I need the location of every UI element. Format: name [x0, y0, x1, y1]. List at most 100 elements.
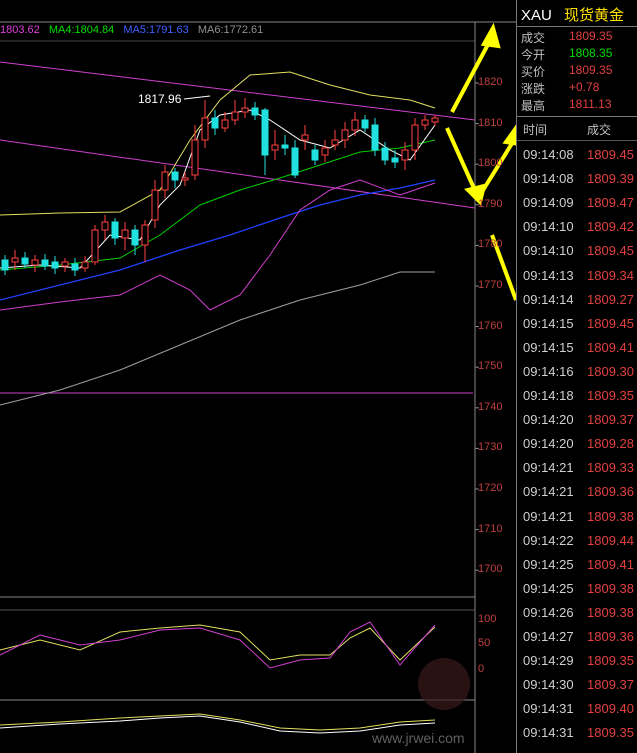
tick-time: 09:14:30 — [523, 677, 574, 693]
watermark-logo-icon — [418, 658, 470, 710]
tick-row[interactable]: 09:14:09 1809.47 — [519, 195, 637, 218]
ma-legend-1: MA4:1804.84 — [48, 24, 115, 36]
kdj-k — [0, 624, 436, 661]
tick-row[interactable]: 09:14:10 1809.42 — [519, 219, 637, 242]
candles — [1, 98, 439, 276]
y-axis-label: 1760 — [478, 319, 503, 332]
tick-price: 1809.45 — [587, 315, 634, 331]
candle — [311, 149, 319, 161]
candle — [291, 147, 299, 176]
candle — [281, 144, 289, 149]
tick-row[interactable]: 09:14:16 1809.30 — [519, 364, 637, 387]
y-axis-label: 1720 — [478, 482, 503, 494]
tick-time: 09:14:15 — [523, 315, 574, 331]
quote-row: 买价 1809.35 — [519, 63, 637, 80]
tick-row[interactable]: 09:14:13 1809.34 — [519, 268, 637, 291]
chart-area[interactable]: 1803.62 MA4:1804.84 MA5:1791.63 MA6:1772… — [0, 0, 516, 753]
tick-row[interactable]: 09:14:22 1809.44 — [519, 533, 637, 556]
tick-row[interactable]: 09:14:21 1809.36 — [519, 484, 637, 507]
osc-axis-label: 50 — [478, 637, 491, 649]
tick-row[interactable]: 09:14:20 1809.28 — [519, 436, 637, 459]
tick-row[interactable]: 09:14:30 1809.37 — [519, 677, 637, 700]
candlestick-chart[interactable] — [0, 0, 516, 753]
tick-price: 1809.37 — [587, 677, 634, 693]
ma1-line — [0, 109, 436, 269]
tick-row[interactable]: 09:14:27 1809.36 — [519, 629, 637, 652]
tick-time: 09:14:31 — [523, 701, 574, 717]
candle — [131, 229, 139, 246]
candle — [301, 134, 309, 141]
candle — [61, 261, 69, 267]
tick-price: 1809.33 — [587, 460, 634, 476]
ma-legend-0: 1803.62 — [0, 24, 40, 36]
tick-price: 1809.42 — [587, 219, 634, 235]
y-axis-label: 1710 — [478, 522, 503, 535]
candle — [411, 124, 419, 151]
instrument-name: 现货黄金 — [564, 7, 625, 24]
tick-row[interactable]: 09:14:15 1809.45 — [519, 316, 637, 339]
tick-row[interactable]: 09:14:25 1809.41 — [519, 557, 637, 580]
symbol: XAU — [521, 7, 552, 24]
macd-signal — [0, 715, 436, 734]
quote-value: +0.78 — [569, 80, 600, 94]
quote-key: 今开 — [521, 48, 546, 62]
tick-row[interactable]: 09:14:15 1809.41 — [519, 340, 637, 363]
candle — [191, 139, 199, 176]
tick-time: 09:14:15 — [523, 339, 574, 355]
tick-time: 09:14:26 — [523, 604, 574, 620]
tick-time: 09:14:20 — [523, 412, 574, 428]
candle — [231, 111, 239, 121]
tick-price: 1809.34 — [587, 267, 634, 283]
candle — [321, 147, 329, 156]
tick-time: 09:14:21 — [523, 508, 574, 524]
candle — [81, 261, 89, 269]
tick-time: 09:14:16 — [523, 363, 574, 379]
tick-row[interactable]: 09:14:21 1809.38 — [519, 509, 637, 532]
y-axis-label: 1750 — [478, 360, 503, 373]
tick-time: 09:14:21 — [523, 484, 574, 500]
watermark-text: www.jrwei.com — [372, 730, 465, 746]
tick-price: 1809.35 — [587, 653, 634, 669]
quote-value: 1808.35 — [569, 46, 613, 60]
divider — [517, 116, 637, 117]
tick-time: 09:14:13 — [523, 267, 574, 283]
candle — [351, 119, 359, 131]
tick-row[interactable]: 09:14:08 1809.45 — [519, 147, 637, 170]
tick-price: 1809.47 — [587, 195, 634, 211]
y-axis-label: 1730 — [478, 441, 503, 454]
candle — [171, 171, 179, 181]
tick-row[interactable]: 09:14:21 1809.33 — [519, 460, 637, 483]
tick-row[interactable]: 09:14:31 1809.35 — [519, 725, 637, 748]
candle — [341, 129, 349, 141]
tick-time: 09:14:09 — [523, 195, 574, 211]
tick-row[interactable]: 09:14:08 1809.39 — [519, 171, 637, 194]
ticks-header-time: 时间 — [523, 123, 548, 137]
tick-time: 09:14:10 — [523, 219, 574, 235]
tick-row[interactable]: 09:14:18 1809.35 — [519, 388, 637, 411]
candle — [331, 139, 339, 146]
tick-price: 1809.44 — [587, 532, 634, 548]
tick-row[interactable]: 09:14:10 1809.45 — [519, 243, 637, 266]
ma-legend: 1803.62 MA4:1804.84 MA5:1791.63 MA6:1772… — [0, 24, 269, 36]
tick-price: 1809.38 — [587, 604, 634, 620]
osc-axis-label: 100 — [478, 613, 497, 625]
tick-price: 1809.45 — [587, 243, 634, 259]
tick-row[interactable]: 09:14:29 1809.35 — [519, 653, 637, 676]
tick-row[interactable]: 09:14:14 1809.27 — [519, 292, 637, 315]
candle — [1, 259, 9, 271]
quote-value: 1811.13 — [569, 97, 612, 111]
tick-row[interactable]: 09:14:20 1809.37 — [519, 412, 637, 435]
candle — [41, 259, 49, 267]
candle — [241, 107, 249, 113]
candle — [11, 257, 19, 263]
quote-row: 涨跌 +0.78 — [519, 80, 637, 97]
quote-row: 今开 1808.35 — [519, 46, 637, 63]
candle — [111, 221, 119, 239]
tick-row[interactable]: 09:14:26 1809.38 — [519, 605, 637, 628]
candle — [211, 117, 219, 129]
tick-price: 1809.40 — [587, 701, 634, 717]
tick-time: 09:14:25 — [523, 580, 574, 596]
tick-row[interactable]: 09:14:25 1809.38 — [519, 581, 637, 604]
tick-row[interactable]: 09:14:31 1809.40 — [519, 701, 637, 724]
tick-time: 09:14:21 — [523, 460, 574, 476]
